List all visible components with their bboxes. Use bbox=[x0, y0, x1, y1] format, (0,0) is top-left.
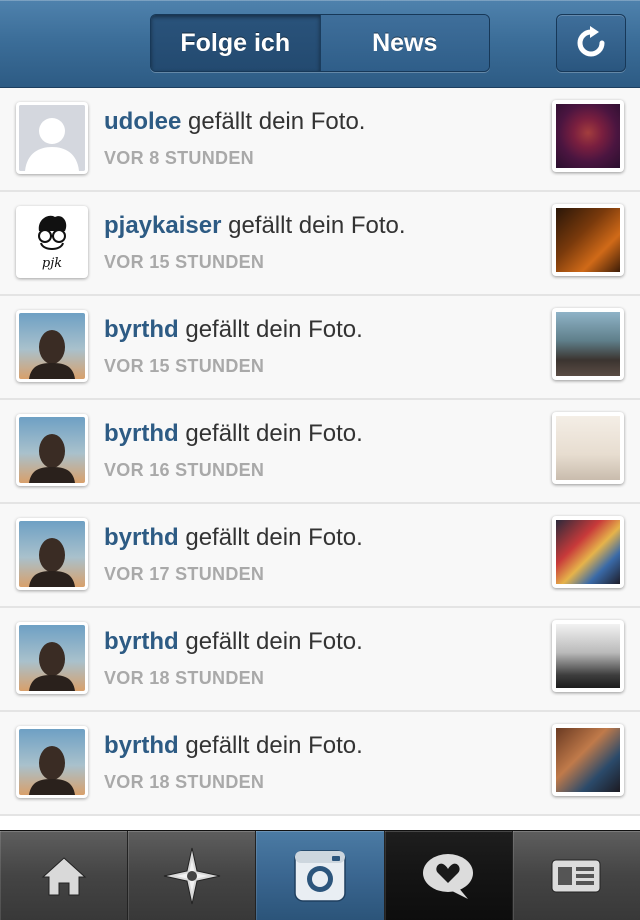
news-text: byrthd gefällt dein Foto. bbox=[104, 420, 363, 448]
username-link[interactable]: byrthd bbox=[104, 732, 179, 759]
photo-thumbnail[interactable] bbox=[552, 100, 624, 172]
timestamp: VOR 17 STUNDEN bbox=[104, 564, 265, 584]
tab-profile[interactable] bbox=[511, 831, 640, 920]
photo-thumbnail[interactable] bbox=[552, 308, 624, 380]
list-item[interactable]: byrthd gefällt dein Foto. VOR 15 STUNDEN bbox=[0, 296, 640, 400]
news-text: byrthd gefällt dein Foto. bbox=[104, 732, 363, 760]
timestamp: VOR 18 STUNDEN bbox=[104, 772, 265, 792]
action-text: gefällt dein Foto. bbox=[178, 420, 363, 447]
avatar[interactable]: pjk bbox=[16, 206, 88, 278]
list-item[interactable]: byrthd gefällt dein Foto. VOR 16 STUNDEN bbox=[0, 400, 640, 504]
news-text: byrthd gefällt dein Foto. bbox=[104, 316, 363, 344]
avatar[interactable] bbox=[16, 310, 88, 382]
user-photo-avatar bbox=[29, 538, 75, 587]
photo-thumbnail[interactable] bbox=[552, 516, 624, 588]
photo-thumbnail[interactable] bbox=[552, 724, 624, 796]
tab-news[interactable]: News bbox=[319, 15, 489, 71]
tab-home[interactable] bbox=[0, 831, 128, 920]
camera-icon bbox=[294, 850, 346, 902]
timestamp: VOR 18 STUNDEN bbox=[104, 668, 265, 688]
pjk-logo-avatar: pjk bbox=[19, 209, 85, 275]
feed-segmented-control: Folge ich News bbox=[150, 14, 490, 72]
news-text: byrthd gefällt dein Foto. bbox=[104, 628, 363, 656]
username-link[interactable]: byrthd bbox=[104, 420, 179, 447]
action-text: gefällt dein Foto. bbox=[221, 212, 406, 239]
action-text: gefällt dein Foto. bbox=[178, 732, 363, 759]
avatar[interactable] bbox=[16, 414, 88, 486]
timestamp: VOR 15 STUNDEN bbox=[104, 252, 265, 272]
avatar[interactable] bbox=[16, 622, 88, 694]
user-photo-avatar bbox=[29, 330, 75, 379]
username-link[interactable]: pjaykaiser bbox=[104, 212, 221, 239]
refresh-button[interactable] bbox=[556, 14, 626, 72]
action-text: gefällt dein Foto. bbox=[181, 108, 366, 135]
tab-bar bbox=[0, 830, 640, 920]
photo-thumbnail[interactable] bbox=[552, 620, 624, 692]
list-item[interactable]: byrthd gefällt dein Foto. VOR 17 STUNDEN bbox=[0, 504, 640, 608]
timestamp: VOR 15 STUNDEN bbox=[104, 356, 265, 376]
news-text: byrthd gefällt dein Foto. bbox=[104, 524, 363, 552]
news-text: udolee gefällt dein Foto. bbox=[104, 108, 365, 136]
list-item[interactable]: byrthd gefällt dein Foto. VOR 18 STUNDEN bbox=[0, 712, 640, 816]
list-item[interactable]: udolee gefällt dein Foto. VOR 8 STUNDEN bbox=[0, 88, 640, 192]
news-icon bbox=[423, 854, 474, 899]
action-text: gefällt dein Foto. bbox=[178, 316, 363, 343]
photo-thumbnail[interactable] bbox=[552, 204, 624, 276]
tab-news[interactable] bbox=[383, 831, 512, 920]
username-link[interactable]: udolee bbox=[104, 108, 181, 135]
refresh-icon bbox=[577, 26, 605, 57]
avatar[interactable] bbox=[16, 102, 88, 174]
user-photo-avatar bbox=[29, 434, 75, 483]
explore-icon bbox=[163, 847, 220, 905]
avatar[interactable] bbox=[16, 726, 88, 798]
action-text: gefällt dein Foto. bbox=[178, 524, 363, 551]
svg-text:pjk: pjk bbox=[42, 256, 62, 271]
profile-icon bbox=[551, 859, 601, 893]
news-text: pjaykaiser gefällt dein Foto. bbox=[104, 212, 406, 240]
user-photo-avatar bbox=[29, 642, 75, 691]
avatar[interactable] bbox=[16, 518, 88, 590]
username-link[interactable]: byrthd bbox=[104, 628, 179, 655]
timestamp: VOR 8 STUNDEN bbox=[104, 148, 254, 168]
username-link[interactable]: byrthd bbox=[104, 316, 179, 343]
home-icon bbox=[41, 857, 86, 896]
timestamp: VOR 16 STUNDEN bbox=[104, 460, 265, 480]
action-text: gefällt dein Foto. bbox=[178, 628, 363, 655]
list-item[interactable]: byrthd gefällt dein Foto. VOR 18 STUNDEN bbox=[0, 608, 640, 712]
news-list: udolee gefällt dein Foto. VOR 8 STUNDEN … bbox=[0, 88, 640, 816]
user-photo-avatar bbox=[29, 746, 75, 795]
navigation-bar: Folge ich News bbox=[0, 0, 640, 88]
list-item[interactable]: pjk pjaykaiser gefällt dein Foto. VOR 15… bbox=[0, 192, 640, 296]
default-avatar-icon bbox=[19, 105, 85, 171]
tab-explore[interactable] bbox=[127, 831, 256, 920]
tab-camera[interactable] bbox=[255, 831, 384, 920]
photo-thumbnail[interactable] bbox=[552, 412, 624, 484]
tab-folge-ich[interactable]: Folge ich bbox=[151, 15, 320, 71]
username-link[interactable]: byrthd bbox=[104, 524, 179, 551]
